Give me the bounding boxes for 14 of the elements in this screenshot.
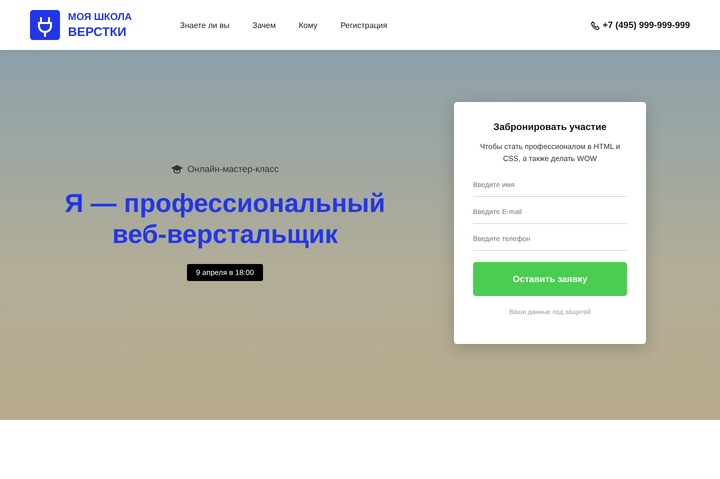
hero-title: веб-верстальщик [112, 219, 338, 250]
phone-number[interactable]: +7 (495) 999-999-999 [602, 20, 690, 30]
phone-icon [590, 20, 600, 30]
plug-icon [30, 10, 60, 40]
graduation-cap-icon [171, 164, 184, 174]
kicker-text: Онлайн-мастер-класс [187, 164, 279, 174]
form-title: Забронировать участие [493, 122, 607, 133]
nav-link[interactable]: Регистрация [340, 20, 388, 30]
logo-text: МОЯ ШКОЛА [68, 12, 132, 22]
logo-text: ВЕРСТКИ [68, 24, 128, 38]
nav-link[interactable]: Зачем [252, 20, 276, 30]
nav-link[interactable]: Кому [298, 20, 318, 30]
nav-link[interactable]: Знаете ли вы [180, 20, 230, 30]
hero-title: Я — профессиональный [64, 188, 386, 219]
